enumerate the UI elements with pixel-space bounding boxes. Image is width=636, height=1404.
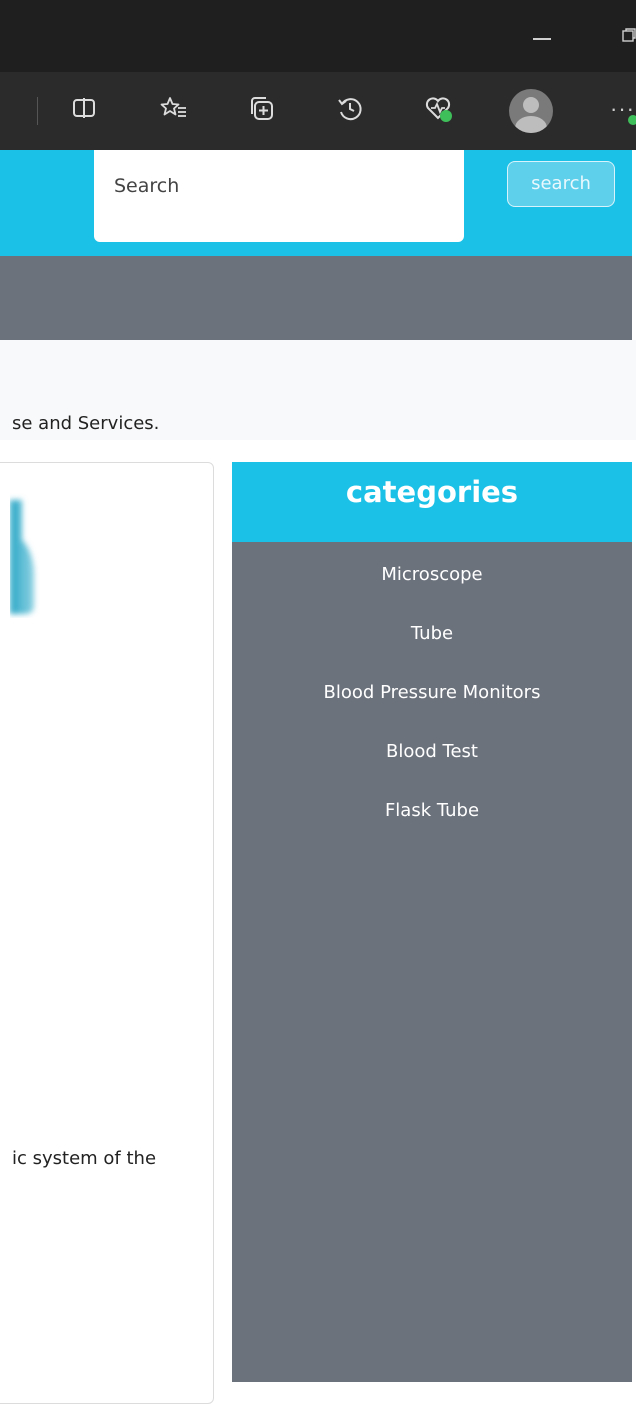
category-item-microscope[interactable]: Microscope (232, 560, 632, 619)
profile-icon (523, 97, 539, 113)
favorites-icon[interactable] (158, 92, 190, 124)
browser-title-bar (0, 0, 636, 72)
categories-title: categories (345, 475, 519, 509)
category-item-flask-tube[interactable]: Flask Tube (232, 796, 632, 855)
categories-list: Microscope Tube Blood Pressure Monitors … (232, 560, 632, 855)
search-box (94, 150, 464, 242)
search-button[interactable]: search (507, 161, 615, 207)
category-item-blood-pressure-monitors[interactable]: Blood Pressure Monitors (232, 678, 632, 737)
minimize-icon[interactable] (533, 38, 551, 40)
history-icon[interactable] (334, 92, 366, 124)
intro-text: se and Services. (12, 413, 160, 434)
split-screen-icon[interactable] (68, 92, 100, 124)
browser-essentials-icon[interactable] (422, 92, 454, 124)
collections-icon[interactable] (246, 92, 278, 124)
search-input[interactable] (94, 150, 464, 222)
category-item-tube[interactable]: Tube (232, 619, 632, 678)
profile-avatar[interactable] (509, 89, 553, 133)
nav-bar (0, 256, 632, 340)
toolbar-separator (37, 97, 38, 125)
notification-dot (628, 115, 636, 125)
product-image[interactable] (10, 490, 40, 618)
category-item-blood-test[interactable]: Blood Test (232, 737, 632, 796)
product-description: ic system of the (12, 1148, 157, 1169)
restore-window-icon[interactable] (622, 28, 636, 42)
